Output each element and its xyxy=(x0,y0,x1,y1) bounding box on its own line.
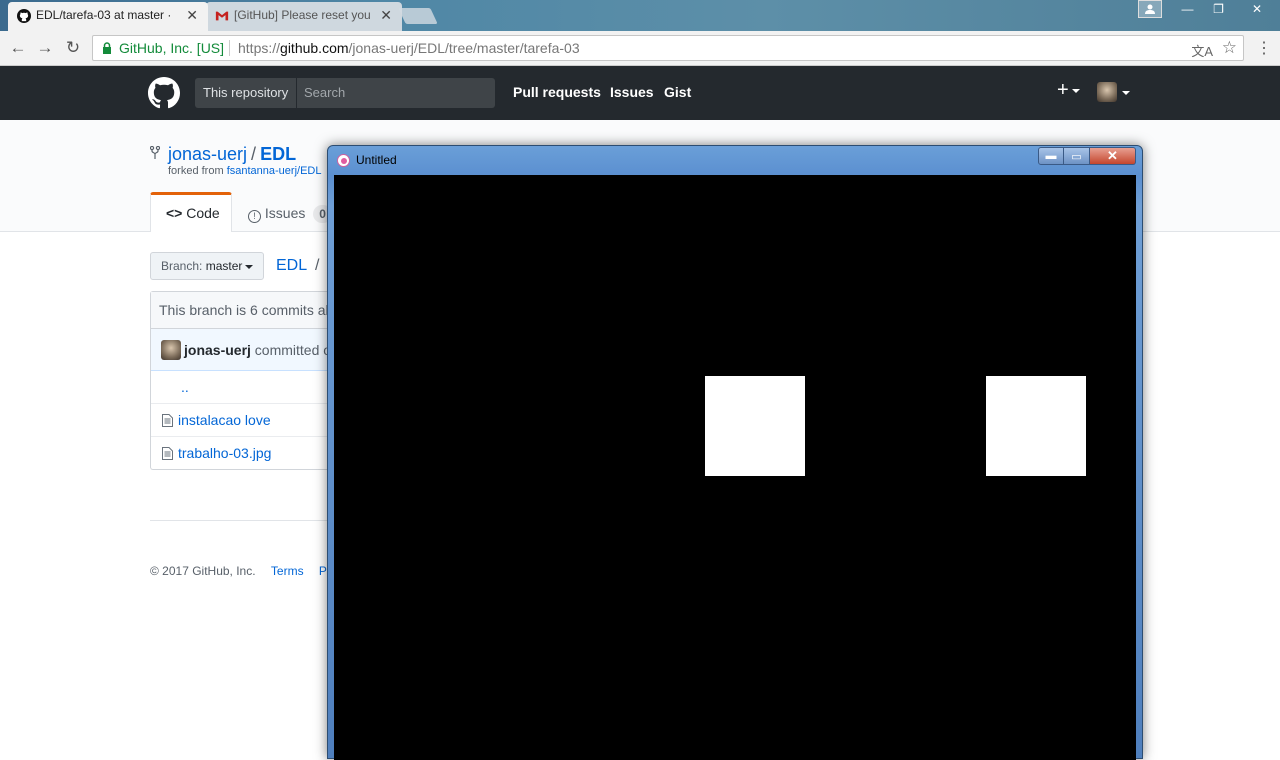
branch-chevron-down-icon xyxy=(245,264,254,269)
list-item[interactable]: trabalho-03.jpg xyxy=(151,437,350,470)
list-item[interactable]: instalacao love xyxy=(151,404,350,437)
window-close-button[interactable]: ✕ xyxy=(1234,0,1280,18)
github-header: This repository Search Pull requests Iss… xyxy=(0,66,1280,120)
back-arrow-icon[interactable]: ← xyxy=(8,38,28,58)
address-bar[interactable]: GitHub, Inc. [US] https://github.com/jon… xyxy=(92,35,1244,61)
user-avatar[interactable] xyxy=(1097,82,1117,102)
github-octocat-icon[interactable] xyxy=(148,77,180,109)
footer-copyright: © 2017 GitHub, Inc. xyxy=(150,564,256,578)
forked-from-label: forked from xyxy=(168,165,224,177)
forked-from: forked from fsantanna-uerj/EDL xyxy=(168,165,321,177)
browser-tab-strip: EDL/tarefa-03 at master · ✕ [GitHub] Ple… xyxy=(0,0,1280,31)
tab-github-tree[interactable]: EDL/tarefa-03 at master · ✕ xyxy=(8,2,208,31)
tab-close-icon[interactable]: ✕ xyxy=(380,2,392,29)
tab-code[interactable]: <> Code xyxy=(150,192,232,232)
issue-opened-icon: ! xyxy=(248,210,261,223)
address-separator xyxy=(229,40,230,56)
latest-commit: jonas-uerj committed on xyxy=(151,329,350,371)
chevron-down-icon xyxy=(1071,88,1080,93)
breadcrumb-repo-link[interactable]: EDL xyxy=(276,257,307,274)
love-maximize-button[interactable]: ▭ xyxy=(1064,147,1090,165)
love-window-controls: ▬ ▭ ✕ xyxy=(1038,147,1136,165)
window-minimize-button[interactable]: — xyxy=(1172,0,1203,18)
browser-toolbar: ← → ↻ GitHub, Inc. [US] https://github.c… xyxy=(0,31,1280,66)
user-profile-icon[interactable] xyxy=(1138,0,1162,18)
list-item[interactable]: .. xyxy=(151,371,350,404)
nav-pull-requests[interactable]: Pull requests xyxy=(513,84,601,100)
parent-dir-link[interactable]: .. xyxy=(181,379,189,395)
branch-status-text: This branch is 6 commits ah xyxy=(151,292,350,329)
window-maximize-button[interactable]: ❐ xyxy=(1203,0,1234,18)
create-new-menu[interactable]: + xyxy=(1057,79,1080,102)
repo-title-slash: / xyxy=(251,144,257,164)
new-tab-button[interactable] xyxy=(398,8,438,24)
file-listing: This branch is 6 commits ah jonas-uerj c… xyxy=(150,291,350,470)
browser-menu-icon[interactable]: ⋮ xyxy=(1256,38,1272,58)
github-favicon-icon xyxy=(17,9,31,23)
tab-issues[interactable]: ! Issues 0 xyxy=(248,205,332,223)
branch-label: Branch: xyxy=(161,259,203,273)
translate-icon[interactable]: 文A xyxy=(1191,40,1213,64)
footer-terms-link[interactable]: Terms xyxy=(271,564,304,578)
branch-name: master xyxy=(205,259,243,273)
love-close-button[interactable]: ✕ xyxy=(1090,147,1136,165)
file-link[interactable]: instalacao love xyxy=(178,412,271,428)
forward-arrow-icon[interactable]: → xyxy=(35,38,55,58)
tab-issues-label: Issues xyxy=(264,205,306,221)
repo-owner-link[interactable]: jonas-uerj xyxy=(168,144,247,164)
tab-close-icon[interactable]: ✕ xyxy=(186,2,198,29)
url-path: /jonas-uerj/EDL/tree/master/tarefa-03 xyxy=(348,40,580,56)
url-host: github.com xyxy=(280,40,349,56)
love-minimize-button[interactable]: ▬ xyxy=(1038,147,1064,165)
game-canvas[interactable] xyxy=(334,175,1136,760)
white-square-left xyxy=(705,376,805,476)
search-scope-label: This repository xyxy=(195,78,298,108)
love-heart-icon xyxy=(337,154,350,167)
tab-title: EDL/tarefa-03 at master · xyxy=(36,8,172,22)
footer-divider xyxy=(150,520,330,521)
secure-origin-label: GitHub, Inc. [US] xyxy=(119,40,225,56)
reload-icon[interactable]: ↻ xyxy=(63,38,83,58)
window-title: Untitled xyxy=(356,153,397,167)
repo-forked-icon xyxy=(150,146,160,159)
avatar-chevron-down-icon[interactable] xyxy=(1122,91,1130,95)
file-icon xyxy=(162,414,173,427)
repo-name-link[interactable]: EDL xyxy=(260,144,296,164)
plus-icon: + xyxy=(1057,79,1069,101)
window-controls: — ❐ ✕ xyxy=(1138,0,1280,20)
url-prefix: https:// xyxy=(238,40,281,56)
commit-author[interactable]: jonas-uerj xyxy=(184,342,251,358)
file-link[interactable]: trabalho-03.jpg xyxy=(178,445,271,461)
tab-gmail[interactable]: [GitHub] Please reset you ✕ xyxy=(206,2,402,31)
scoped-search: This repository Search xyxy=(195,78,495,108)
nav-gist[interactable]: Gist xyxy=(664,84,691,100)
commit-author-avatar[interactable] xyxy=(161,340,181,360)
white-square-right xyxy=(986,376,1086,476)
nav-issues[interactable]: Issues xyxy=(610,84,654,100)
breadcrumb-separator: / xyxy=(314,257,320,274)
gmail-favicon-icon xyxy=(215,11,229,21)
branch-select-button[interactable]: Branch: master xyxy=(150,252,264,280)
search-input[interactable]: Search xyxy=(296,78,495,108)
tab-code-label: Code xyxy=(186,205,220,221)
love-game-window[interactable]: Untitled ▬ ▭ ✕ xyxy=(327,145,1143,760)
tab-title: [GitHub] Please reset you xyxy=(234,8,371,22)
bookmark-star-icon[interactable]: ☆ xyxy=(1222,36,1237,60)
url-text: https://github.com/jonas-uerj/EDL/tree/m… xyxy=(238,36,580,60)
file-icon xyxy=(162,447,173,460)
code-icon: <> xyxy=(166,205,183,221)
footer: © 2017 GitHub, Inc. Terms Pri xyxy=(150,564,334,578)
lock-icon xyxy=(103,42,111,54)
repo-title: jonas-uerj / EDL xyxy=(168,144,296,165)
forked-from-link[interactable]: fsantanna-uerj/EDL xyxy=(227,165,322,177)
